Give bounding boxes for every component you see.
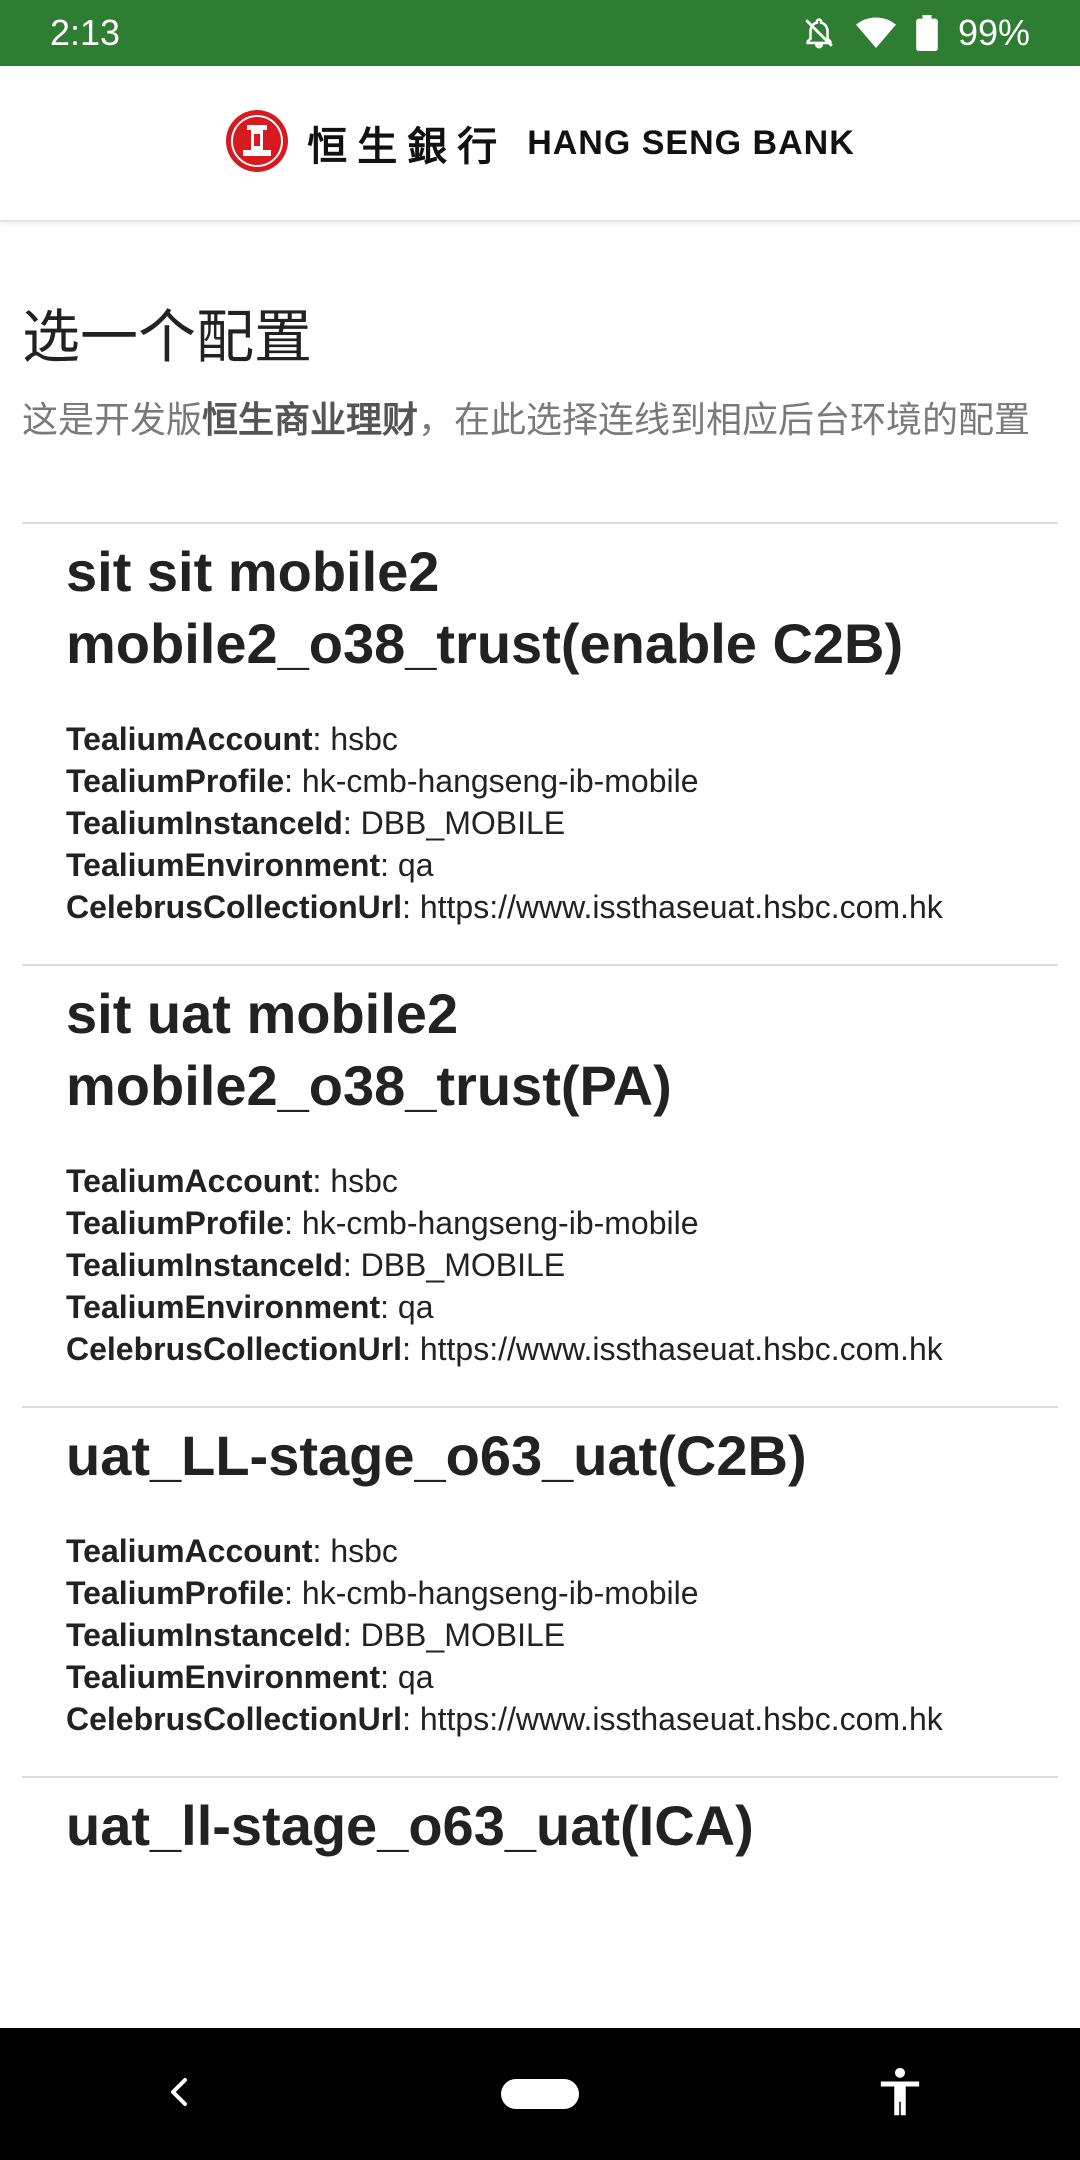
page-title: 选一个配置	[22, 305, 313, 370]
tealium-environment-row: TealiumEnvironment: qa	[66, 847, 434, 883]
status-time: 2:13	[50, 12, 121, 53]
tealium-environment-row: TealiumEnvironment: qa	[66, 1289, 434, 1325]
config-item[interactable]: sit uat mobile2 mobile2_o38_trust(PA) Te…	[22, 964, 1058, 1406]
desc-product-name: 恒生商业理财	[202, 399, 419, 440]
config-item[interactable]: uat_ll-stage_o63_uat(ICA)	[22, 1776, 1058, 1936]
chevron-left-icon	[165, 2072, 195, 2117]
brand-name-chinese: 恒生銀行	[307, 123, 508, 170]
tealium-instance-row: TealiumInstanceId: DBB_MOBILE	[66, 1617, 566, 1653]
desc-suffix: ，在此选择连线到相应后台环境的配置	[418, 399, 1031, 440]
desc-prefix: 这是开发版	[22, 399, 203, 440]
tealium-environment-row: TealiumEnvironment: qa	[66, 1659, 434, 1695]
brand-name-english: HANG SENG BANK	[527, 123, 855, 162]
config-name: uat_LL-stage_o63_uat(C2B)	[66, 1424, 807, 1487]
accessibility-button[interactable]	[840, 2044, 960, 2144]
config-item[interactable]: uat_LL-stage_o63_uat(C2B) TealiumAccount…	[22, 1406, 1058, 1776]
celebrus-url-row: CelebrusCollectionUrl: https://www.issth…	[66, 1331, 943, 1367]
main-content[interactable]: 选一个配置 这是开发版恒生商业理财，在此选择连线到相应后台环境的配置 sit s…	[0, 220, 1080, 2028]
config-name: uat_ll-stage_o63_uat(ICA)	[66, 1794, 754, 1857]
wifi-icon	[855, 16, 896, 50]
tealium-account-row: TealiumAccount: hsbc	[66, 1163, 398, 1199]
tealium-instance-row: TealiumInstanceId: DBB_MOBILE	[66, 1247, 566, 1283]
status-bar: 2:13 99%	[0, 0, 1080, 66]
config-list: sit sit mobile2 mobile2_o38_trust(enable…	[22, 522, 1058, 1936]
tealium-account-row: TealiumAccount: hsbc	[66, 1533, 398, 1569]
home-pill-icon	[501, 2079, 579, 2109]
tealium-instance-row: TealiumInstanceId: DBB_MOBILE	[66, 805, 566, 841]
status-icons: 99%	[802, 12, 1030, 54]
tealium-profile-row: TealiumProfile: hk-cmb-hangseng-ib-mobil…	[66, 763, 699, 799]
app-header: 恒生銀行 HANG SENG BANK	[0, 66, 1080, 222]
accessibility-icon	[877, 2066, 923, 2123]
battery-percent: 99%	[957, 12, 1030, 53]
celebrus-url-row: CelebrusCollectionUrl: https://www.issth…	[66, 889, 943, 925]
navigation-bar	[0, 2028, 1080, 2160]
tealium-account-row: TealiumAccount: hsbc	[66, 721, 398, 757]
config-name: sit uat mobile2 mobile2_o38_trust(PA)	[66, 982, 672, 1117]
config-name: sit sit mobile2 mobile2_o38_trust(enable…	[66, 540, 904, 675]
tealium-profile-row: TealiumProfile: hk-cmb-hangseng-ib-mobil…	[66, 1575, 699, 1611]
config-item[interactable]: sit sit mobile2 mobile2_o38_trust(enable…	[22, 522, 1058, 964]
battery-icon	[916, 15, 938, 51]
home-button[interactable]	[480, 2044, 600, 2144]
bell-off-icon	[802, 16, 836, 50]
hang-seng-logo-icon	[225, 109, 289, 178]
tealium-profile-row: TealiumProfile: hk-cmb-hangseng-ib-mobil…	[66, 1205, 699, 1241]
page-description: 这是开发版恒生商业理财，在此选择连线到相应后台环境的配置	[22, 392, 1062, 448]
back-button[interactable]	[120, 2044, 240, 2144]
celebrus-url-row: CelebrusCollectionUrl: https://www.issth…	[66, 1701, 943, 1737]
